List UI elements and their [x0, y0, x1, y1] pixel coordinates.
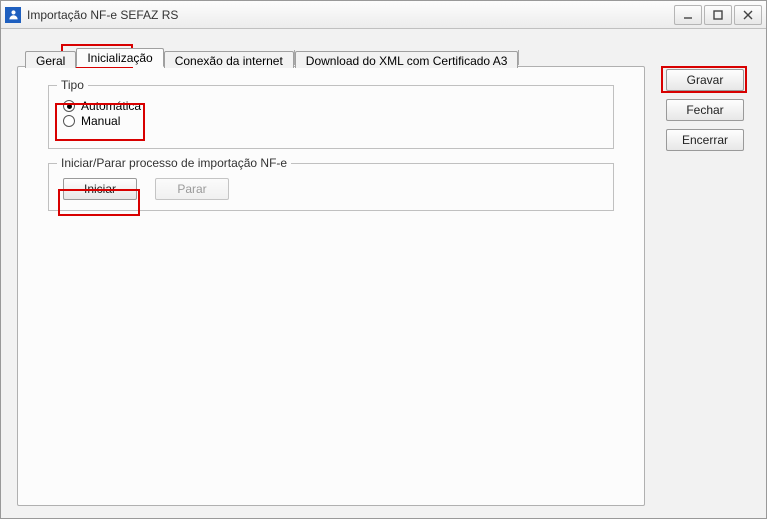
radio-label: Automática [81, 99, 141, 113]
tab-inicializacao[interactable]: Inicialização [76, 48, 163, 67]
gravar-button[interactable]: Gravar [666, 69, 744, 91]
group-tipo-legend: Tipo [57, 78, 88, 92]
minimize-button[interactable] [674, 5, 702, 25]
tab-label: Inicialização [87, 51, 152, 65]
fechar-button[interactable]: Fechar [666, 99, 744, 121]
tab-panel: Tipo Automática Manual Iniciar/Parar pro… [17, 66, 645, 506]
button-label: Iniciar [84, 182, 116, 196]
group-processo-legend: Iniciar/Parar processo de importação NF-… [57, 156, 291, 170]
close-window-button[interactable] [734, 5, 762, 25]
side-buttons: Gravar Fechar Encerrar [666, 69, 744, 151]
tab-separator [518, 50, 519, 65]
tab-label: Conexão da internet [175, 54, 283, 68]
radio-manual[interactable]: Manual [63, 114, 603, 128]
radio-automatica[interactable]: Automática [63, 99, 603, 113]
window-title: Importação NF-e SEFAZ RS [27, 8, 672, 22]
tab-strip: Geral Inicialização Conexão da internet … [25, 47, 519, 67]
encerrar-button[interactable]: Encerrar [666, 129, 744, 151]
group-tipo: Tipo Automática Manual [48, 85, 614, 149]
window-controls [672, 5, 762, 25]
radio-icon [63, 115, 75, 127]
titlebar: Importação NF-e SEFAZ RS [1, 1, 766, 29]
radio-label: Manual [81, 114, 120, 128]
maximize-button[interactable] [704, 5, 732, 25]
parar-button[interactable]: Parar [155, 178, 229, 200]
tab-label: Geral [36, 54, 65, 68]
tab-conexao[interactable]: Conexão da internet [164, 51, 294, 68]
window: Importação NF-e SEFAZ RS Geral Inicializ… [0, 0, 767, 519]
button-label: Parar [177, 182, 206, 196]
tab-download[interactable]: Download do XML com Certificado A3 [295, 51, 519, 68]
tab-label: Download do XML com Certificado A3 [306, 54, 508, 68]
button-label: Encerrar [682, 133, 728, 147]
iniciar-button[interactable]: Iniciar [63, 178, 137, 200]
client-area: Geral Inicialização Conexão da internet … [1, 29, 766, 518]
button-label: Fechar [686, 103, 723, 117]
button-label: Gravar [687, 73, 724, 87]
group-processo: Iniciar/Parar processo de importação NF-… [48, 163, 614, 211]
radio-icon [63, 100, 75, 112]
app-icon [5, 7, 21, 23]
tab-geral[interactable]: Geral [25, 51, 76, 68]
